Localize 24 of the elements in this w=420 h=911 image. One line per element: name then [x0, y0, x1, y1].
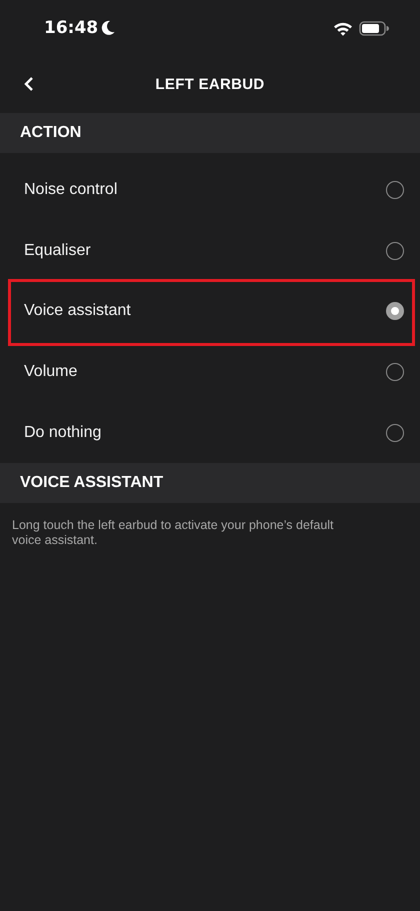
radio-button[interactable]	[386, 424, 404, 442]
radio-button[interactable]	[386, 363, 404, 382]
option-row[interactable]: Equaliser	[0, 220, 420, 282]
option-row[interactable]: Noise control	[0, 160, 420, 221]
option-row[interactable]: Volume	[0, 342, 420, 402]
page-title: LEFT EARBUD	[155, 76, 265, 93]
option-label: Noise control	[24, 181, 118, 200]
section-header: ACTION	[0, 113, 420, 153]
radio-button[interactable]	[386, 302, 404, 320]
wifi-icon	[333, 20, 353, 36]
battery-icon	[359, 20, 389, 36]
option-label: Do nothing	[24, 424, 102, 442]
back-icon	[24, 76, 34, 92]
radio-button[interactable]	[386, 181, 404, 200]
status-time: 16:48	[44, 18, 98, 38]
description-text: Long touch the left earbud to activate your phone’s default voice assistant.	[11, 516, 335, 549]
option-label: Equaliser	[24, 242, 91, 260]
option-row[interactable]: Do nothing	[0, 402, 420, 463]
option-label: Voice assistant	[24, 302, 131, 320]
option-label: Volume	[24, 363, 78, 382]
radio-button[interactable]	[386, 242, 404, 260]
moon-icon	[101, 20, 116, 36]
option-row[interactable]: Voice assistant	[0, 281, 420, 342]
section-header: VOICE ASSISTANT	[0, 462, 420, 503]
